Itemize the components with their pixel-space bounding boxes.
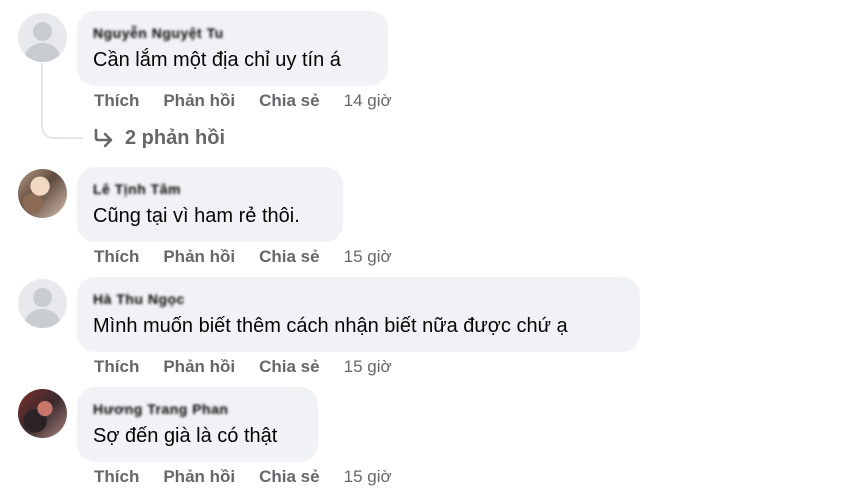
comment-timestamp[interactable]: 15 giờ xyxy=(344,467,392,487)
comment-actions: Thích Phản hồi Chia sẻ 15 giờ xyxy=(94,245,392,269)
share-button[interactable]: Chia sẻ xyxy=(259,467,319,487)
comment-author[interactable]: Lê Tịnh Tâm xyxy=(93,181,181,197)
comment-text: Cũng tại vì ham rẻ thôi. xyxy=(93,205,300,227)
thread-connector xyxy=(41,63,83,139)
reply-arrow-icon xyxy=(94,128,113,148)
like-button[interactable]: Thích xyxy=(94,91,139,111)
comment-bubble: Nguyễn Nguyệt Tu Cần lắm một địa chỉ uy … xyxy=(77,11,388,86)
user-avatar[interactable] xyxy=(18,279,67,328)
reply-button[interactable]: Phản hồi xyxy=(163,467,235,487)
share-button[interactable]: Chia sẻ xyxy=(259,91,319,111)
like-button[interactable]: Thích xyxy=(94,357,139,377)
user-avatar[interactable] xyxy=(18,389,67,438)
user-avatar[interactable] xyxy=(18,169,67,218)
comment-author[interactable]: Hương Trang Phan xyxy=(93,401,228,417)
comment-timestamp[interactable]: 15 giờ xyxy=(344,357,392,377)
share-button[interactable]: Chia sẻ xyxy=(259,247,319,267)
like-button[interactable]: Thích xyxy=(94,247,139,267)
replies-count-label: 2 phản hồi xyxy=(125,126,225,149)
comment-timestamp[interactable]: 15 giờ xyxy=(344,247,392,267)
comment-bubble: Lê Tịnh Tâm Cũng tại vì ham rẻ thôi. xyxy=(77,167,343,242)
comment-author[interactable]: Hà Thu Ngọc xyxy=(93,291,185,307)
comment-bubble: Hà Thu Ngọc Mình muốn biết thêm cách nhậ… xyxy=(77,277,640,352)
view-replies-link[interactable]: 2 phản hồi xyxy=(93,124,225,152)
user-avatar[interactable] xyxy=(18,13,67,62)
comment-text: Sợ đến già là có thật xyxy=(93,425,278,447)
like-button[interactable]: Thích xyxy=(94,467,139,487)
comment-timestamp[interactable]: 14 giờ xyxy=(344,91,392,111)
comment-text: Mình muốn biết thêm cách nhận biết nữa đ… xyxy=(93,315,568,337)
default-avatar-icon xyxy=(33,288,52,307)
comment-bubble: Hương Trang Phan Sợ đến già là có thật xyxy=(77,387,318,462)
share-button[interactable]: Chia sẻ xyxy=(259,357,319,377)
comment-author[interactable]: Nguyễn Nguyệt Tu xyxy=(93,25,224,41)
comment-text: Cần lắm một địa chỉ uy tín á xyxy=(93,49,341,71)
comment-actions: Thích Phản hồi Chia sẻ 15 giờ xyxy=(94,465,392,489)
comment-actions: Thích Phản hồi Chia sẻ 15 giờ xyxy=(94,355,392,379)
comment-actions: Thích Phản hồi Chia sẻ 14 giờ xyxy=(94,89,392,113)
default-avatar-icon xyxy=(33,22,52,41)
reply-button[interactable]: Phản hồi xyxy=(163,247,235,267)
reply-button[interactable]: Phản hồi xyxy=(163,91,235,111)
reply-button[interactable]: Phản hồi xyxy=(163,357,235,377)
